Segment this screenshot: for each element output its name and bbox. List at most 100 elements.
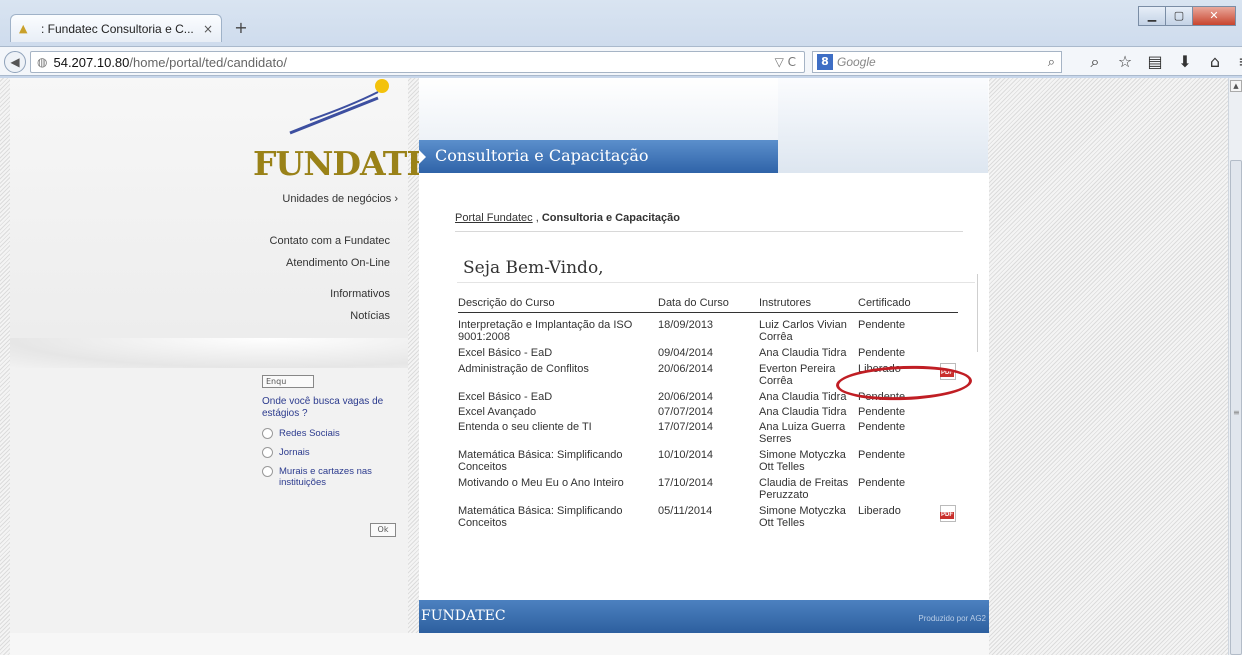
footer-brand: FUNDATEC bbox=[421, 608, 506, 624]
course-certificate: Pendente bbox=[858, 448, 906, 461]
footer-credit[interactable]: Produzido por AG2 bbox=[900, 614, 986, 623]
course-date: 09/04/2014 bbox=[658, 346, 714, 359]
breadcrumb: Portal Fundatec , Consultoria e Capacita… bbox=[455, 212, 680, 224]
course-date: 17/07/2014 bbox=[658, 420, 714, 433]
pdf-cell bbox=[938, 418, 958, 445]
course-name: Excel Básico - EaD bbox=[458, 390, 553, 403]
col-descricao: Descrição do Curso bbox=[458, 297, 658, 313]
course-instructor: Claudia de Freitas Peruzzato bbox=[759, 476, 849, 501]
course-certificate: Pendente bbox=[858, 346, 906, 359]
left-column: FUNDATEC® Unidades de negócios › Contato… bbox=[10, 78, 465, 655]
course-instructor: Simone Motyczka Ott Telles bbox=[759, 504, 846, 529]
header-arrow-icon bbox=[419, 150, 426, 164]
course-date: 10/10/2014 bbox=[658, 448, 714, 461]
reload-icon[interactable]: ▽ C bbox=[775, 55, 796, 69]
search-engine-icon[interactable]: 8 bbox=[817, 54, 833, 70]
course-name: Excel Avançado bbox=[458, 405, 537, 418]
course-certificate: Pendente bbox=[858, 405, 906, 418]
pdf-cell bbox=[938, 343, 958, 359]
pdf-cell bbox=[938, 312, 958, 343]
divider bbox=[457, 282, 975, 283]
col-certificado: Certificado bbox=[858, 297, 938, 313]
course-instructor: Ana Claudia Tidra bbox=[759, 405, 847, 418]
download-icon[interactable]: ⬇ bbox=[1170, 51, 1200, 73]
url-host: 54.207.10.80 bbox=[53, 54, 130, 70]
course-date: 05/11/2014 bbox=[658, 504, 713, 517]
star-icon[interactable]: ☆ bbox=[1110, 51, 1140, 73]
minimize-button[interactable]: ▁ bbox=[1138, 6, 1166, 26]
new-tab-button[interactable]: + bbox=[230, 18, 252, 38]
search-icon[interactable]: ⌕ bbox=[1048, 55, 1055, 70]
poll-option[interactable]: Redes Sociais bbox=[262, 428, 402, 439]
radio-button[interactable] bbox=[262, 447, 273, 458]
menu-icon[interactable]: ≡ bbox=[1230, 51, 1242, 73]
poll-question: Onde você busca vagas de estágios ? bbox=[262, 396, 384, 419]
sidebar-item-informativos[interactable]: Informativos bbox=[258, 288, 390, 300]
welcome-heading: Seja Bem-Vindo, bbox=[463, 258, 604, 278]
course-name: Interpretação e Implantação da ISO 9001:… bbox=[458, 318, 633, 343]
pdf-cell bbox=[938, 445, 958, 473]
vote-button[interactable]: Ok bbox=[370, 523, 396, 537]
breadcrumb-separator: , bbox=[535, 212, 539, 224]
radio-button[interactable] bbox=[262, 428, 273, 439]
close-window-button[interactable]: ✕ bbox=[1192, 6, 1236, 26]
col-pdf bbox=[938, 297, 958, 313]
divider bbox=[455, 231, 963, 232]
browser-tab[interactable]: ▲ : Fundatec Consultoria e C... × bbox=[10, 14, 222, 42]
table-row: Interpretação e Implantação da ISO 9001:… bbox=[458, 312, 958, 343]
courses-table: Descrição do Curso Data do Curso Instrut… bbox=[458, 297, 958, 529]
back-button[interactable]: ◀ bbox=[4, 51, 26, 73]
address-bar[interactable]: ◍ 54.207.10.80/home/portal/ted/candidato… bbox=[30, 51, 805, 73]
course-instructor: Ana Luiza Guerra Serres bbox=[759, 420, 846, 445]
globe-icon: ◍ bbox=[37, 55, 48, 69]
course-instructor: Luiz Carlos Vivian Corrêa bbox=[759, 318, 847, 343]
poll-widget: Enqu Onde você busca vagas de estágios ?… bbox=[262, 375, 402, 488]
course-name: Excel Básico - EaD bbox=[458, 346, 553, 359]
navigation-bar: ◀ ◍ 54.207.10.80/home/portal/ted/candida… bbox=[0, 46, 1242, 76]
course-date: 20/06/2014 bbox=[658, 362, 714, 375]
sidebar-item-contato[interactable]: Contato com a Fundatec bbox=[258, 235, 390, 247]
course-certificate: Pendente bbox=[858, 420, 906, 433]
tab-bar: ▲ : Fundatec Consultoria e C... × + ▁ ▢ … bbox=[0, 0, 1242, 44]
table-row: Matemática Básica: Simplificando Conceit… bbox=[458, 501, 958, 529]
search-placeholder: Google bbox=[837, 55, 876, 69]
sidebar-item-noticias[interactable]: Notícias bbox=[258, 310, 390, 322]
sidebar-item-atendimento[interactable]: Atendimento On-Line bbox=[258, 257, 390, 269]
col-data: Data do Curso bbox=[658, 297, 759, 313]
pdf-icon[interactable]: PDF bbox=[940, 504, 956, 522]
toolbar-icons: ⌕ ☆ ▤ ⬇ ⌂ ≡ bbox=[1080, 51, 1242, 73]
vertical-scrollbar[interactable]: ▲ ≡ bbox=[1228, 78, 1242, 655]
poll-badge: Enqu bbox=[262, 375, 314, 388]
chevron-right-icon: › bbox=[394, 193, 398, 205]
divider bbox=[977, 274, 978, 352]
course-certificate: Pendente bbox=[858, 318, 906, 331]
window-controls: ▁ ▢ ✕ bbox=[1138, 6, 1236, 26]
search-icon[interactable]: ⌕ bbox=[1080, 51, 1110, 73]
home-icon[interactable]: ⌂ bbox=[1200, 51, 1230, 73]
scroll-up-icon[interactable]: ▲ bbox=[1230, 80, 1242, 92]
table-header-row: Descrição do Curso Data do Curso Instrut… bbox=[458, 297, 958, 313]
course-certificate: Liberado bbox=[858, 504, 901, 517]
poll-option[interactable]: Murais e cartazes nas instituições bbox=[262, 466, 402, 488]
browser-chrome: ▲ : Fundatec Consultoria e C... × + ▁ ▢ … bbox=[0, 0, 1242, 78]
url-path: /home/portal/ted/candidato/ bbox=[129, 54, 287, 70]
course-date: 17/10/2014 bbox=[658, 476, 714, 489]
favicon-icon: ▲ bbox=[19, 21, 28, 35]
table-row: Entenda o seu cliente de TI 17/07/2014 Ana… bbox=[458, 418, 958, 445]
table-row: Excel Básico - EaD 09/04/2014 Ana Claudia … bbox=[458, 343, 958, 359]
sidebar-item-unidades[interactable]: Unidades de negócios › bbox=[278, 193, 398, 205]
course-instructor: Ana Claudia Tidra bbox=[759, 346, 847, 359]
radio-button[interactable] bbox=[262, 466, 273, 477]
section-title: Consultoria e Capacitação bbox=[435, 146, 649, 165]
maximize-button[interactable]: ▢ bbox=[1165, 6, 1193, 26]
course-certificate: Pendente bbox=[858, 476, 906, 489]
course-name: Motivando o Meu Eu o Ano Inteiro bbox=[458, 476, 624, 489]
course-date: 07/07/2014 bbox=[658, 405, 714, 418]
tab-close-icon[interactable]: × bbox=[203, 22, 213, 36]
breadcrumb-link[interactable]: Portal Fundatec bbox=[455, 212, 533, 224]
poll-option[interactable]: Jornais bbox=[262, 447, 402, 458]
header-panel bbox=[778, 78, 988, 173]
table-row: Motivando o Meu Eu o Ano Inteiro 17/10/20… bbox=[458, 473, 958, 501]
reading-list-icon[interactable]: ▤ bbox=[1140, 51, 1170, 73]
search-input[interactable]: 8 Google ⌕ bbox=[812, 51, 1062, 73]
